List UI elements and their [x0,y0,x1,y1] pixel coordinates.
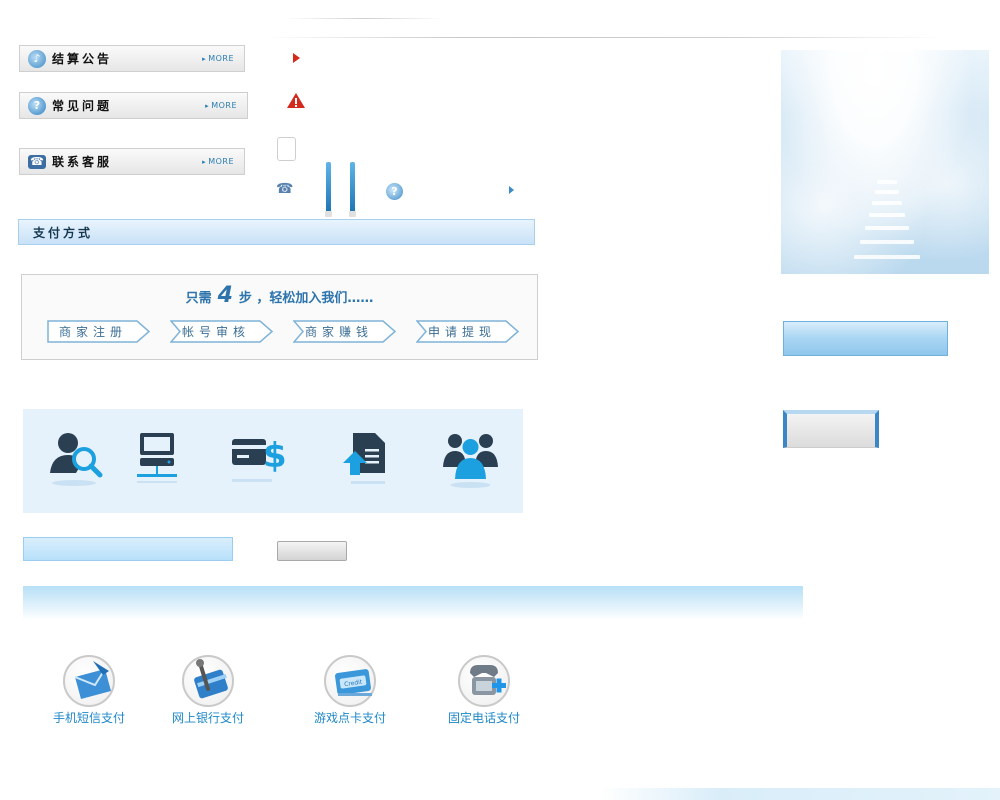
speaker-icon: ♪ [28,49,46,68]
faq-more-link[interactable]: MORE [205,101,237,110]
settlement-more-link[interactable]: MORE [202,54,234,63]
question-icon: ? [28,96,46,115]
scroll-handle-left[interactable] [325,162,332,217]
step-account-review[interactable]: 帐号审核 [170,320,273,343]
pay-option-label: 固定电话支付 [447,711,520,725]
sky-stairs-banner [781,50,989,274]
join-steps-title: 只需 4 步 ，轻松加入我们…… [22,283,537,308]
steps-row: 商家注册 帐号审核 商家赚钱 申请提现 [47,320,519,343]
pay-option-sms[interactable]: 手机短信支付 [44,655,134,726]
steps-prefix: 只需 [185,291,212,306]
game-card-icon: Credit [324,655,376,707]
computer-network-icon [137,433,177,483]
warning-icon [287,93,305,108]
feature-icons-panel: $ [23,409,523,513]
phone-small-icon: ☎ [276,181,294,197]
settlement-notice-title: 结算公告 [52,52,113,66]
join-steps-panel: 只需 4 步 ，轻松加入我们…… 商家注册 帐号审核 商家赚钱 申请提现 [21,274,538,360]
user-search-icon [50,433,103,486]
payment-method-title: 支付方式 [33,225,94,240]
right-blue-button[interactable] [783,321,948,356]
pay-option-label: 游戏点卡支付 [313,711,386,725]
pay-option-label: 网上银行支付 [171,711,244,725]
scroll-handle-right[interactable] [349,162,356,217]
payment-method-header: 支付方式 [18,219,535,245]
bank-card-icon [182,655,234,707]
payment-card-icon: $ [232,436,285,482]
contact-more-link[interactable]: MORE [202,157,234,166]
pay-option-game-card[interactable]: Credit 游戏点卡支付 [305,655,395,726]
red-arrow-icon [293,53,300,63]
pay-option-telephone[interactable]: 固定电话支付 [439,655,529,726]
phone-icon: ☎ [28,154,46,169]
step-merchant-register[interactable]: 商家注册 [47,320,150,343]
user-group-icon [443,434,498,488]
contact-header: ☎ 联系客服 MORE [19,148,245,175]
step-label: 申请提现 [427,325,496,339]
top-divider [285,18,445,19]
pay-option-label: 手机短信支付 [52,711,125,725]
gray-small-button[interactable] [277,541,347,561]
step-merchant-earn[interactable]: 商家赚钱 [293,320,396,343]
step-apply-withdraw[interactable]: 申请提现 [416,320,519,343]
blue-wide-bar[interactable] [23,537,233,561]
right-gray-button[interactable] [783,410,879,448]
pay-option-bank[interactable]: 网上银行支付 [163,655,253,726]
settlement-notice-header: ♪ 结算公告 MORE [19,45,245,72]
faq-header: ? 常见问题 MORE [19,92,248,119]
section-divider-bar [23,586,803,620]
blank-frame [277,137,296,161]
steps-suffix: 步 ，轻松加入我们…… [238,291,374,306]
faq-title: 常见问题 [52,99,113,113]
contact-title: 联系客服 [52,155,113,169]
steps-count: 4 [217,283,233,308]
svg-text:$: $ [263,436,285,476]
step-label: 帐号审核 [181,325,250,339]
document-upload-icon [343,433,385,484]
blue-arrow-icon[interactable] [509,186,514,194]
sms-envelope-icon [63,655,115,707]
step-label: 商家注册 [58,325,127,339]
step-label: 商家赚钱 [304,325,373,339]
help-icon[interactable]: ? [386,183,403,200]
header-divider [265,37,945,38]
bottom-decorative-strip [600,788,1000,800]
telephone-icon [458,655,510,707]
